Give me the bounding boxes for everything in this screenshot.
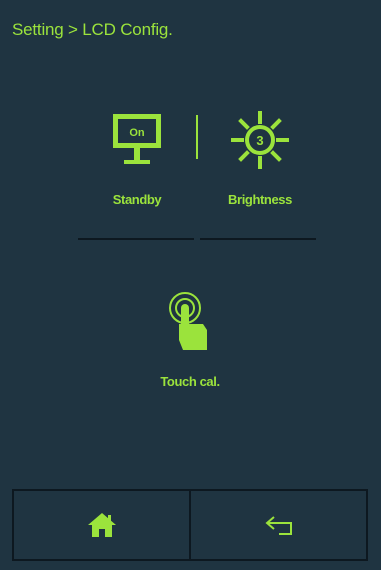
back-button[interactable] [191, 489, 368, 561]
brightness-underline [200, 238, 316, 240]
standby-label: Standby [112, 192, 162, 207]
page-title: Setting > LCD Config. [12, 20, 173, 39]
bottom-nav [12, 489, 368, 561]
brightness-button[interactable]: 3 Brightness [205, 110, 315, 220]
divider [196, 115, 198, 159]
brightness-label: Brightness [228, 192, 292, 207]
monitor-status-text: On [129, 127, 145, 139]
touch-cal-button[interactable]: Touch cal. [135, 290, 245, 400]
home-button[interactable] [12, 489, 191, 561]
touch-finger-icon [169, 292, 207, 350]
home-icon [87, 513, 116, 537]
touch-cal-label: Touch cal. [160, 374, 220, 389]
back-arrow-icon [264, 516, 292, 535]
monitor-icon: On [113, 114, 161, 164]
brightness-level-text: 3 [256, 133, 263, 148]
standby-underline [78, 238, 194, 240]
sun-icon: 3 [231, 111, 289, 169]
standby-button[interactable]: On Standby [82, 110, 192, 220]
